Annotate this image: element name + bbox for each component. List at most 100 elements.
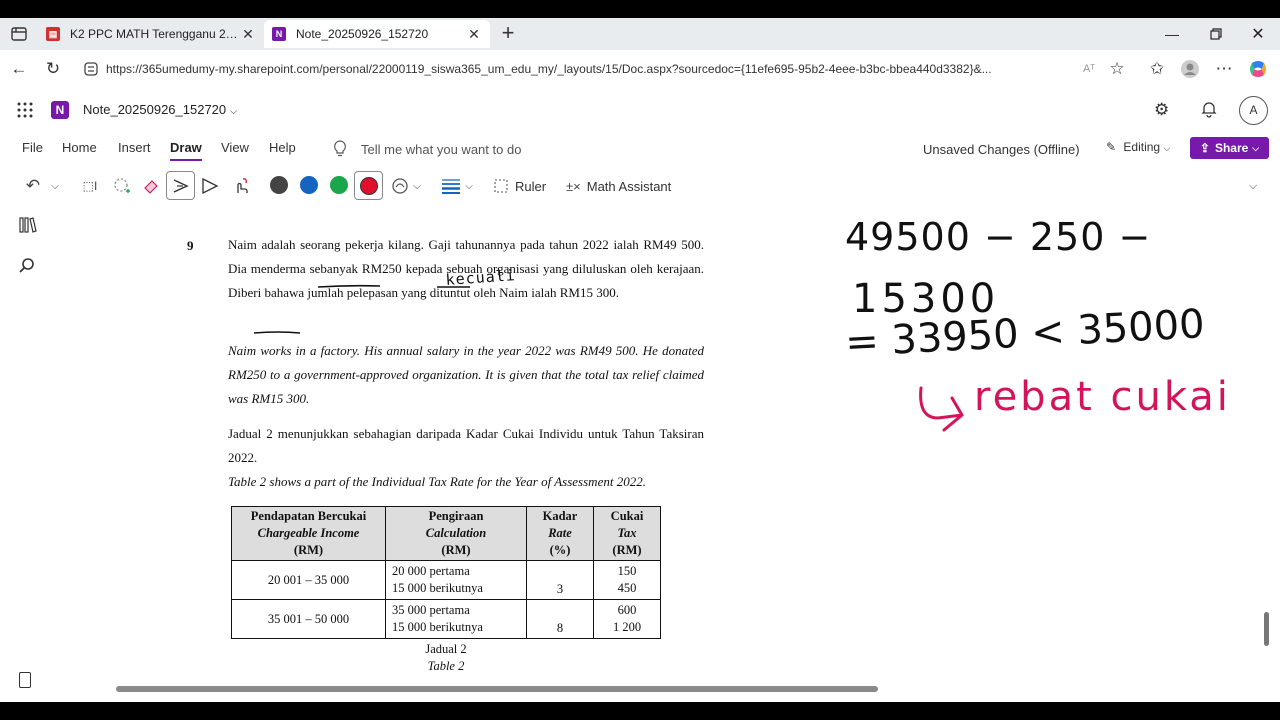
handwritten-line-1: 49500 − 250 − — [845, 215, 1151, 259]
app-window: ▤ K2 PPC MATH Terengganu 2025.p ✕ N Note… — [0, 0, 1280, 720]
draw-toolbar: ↶ ⌵ ⬚I ⌵ ⌵ Ruler ±× Math Assistant ⌵ — [0, 166, 1280, 206]
tab-home[interactable]: Home — [62, 140, 97, 155]
line-thickness-icon[interactable] — [439, 174, 463, 198]
tax-cell: 150 450 — [593, 560, 661, 600]
type-select-icon[interactable]: ⬚I — [78, 174, 102, 198]
handwritten-arrow — [919, 386, 964, 432]
pen-blue-icon[interactable] — [300, 176, 318, 194]
editing-mode-button[interactable]: ✎ Editing ⌵ — [1106, 140, 1170, 154]
pen-green-icon[interactable] — [330, 176, 348, 194]
account-avatar[interactable]: A — [1239, 96, 1268, 125]
chevron-down-icon[interactable]: ⌵ — [410, 174, 424, 198]
notebook-title[interactable]: Note_20250926_152720 ⌵ — [83, 102, 237, 117]
eraser-icon[interactable] — [139, 174, 163, 198]
calculation-cell: 35 000 pertama 15 000 berikutnya — [385, 599, 527, 639]
header-rate: Kadar Rate (%) — [526, 506, 594, 561]
address-bar-row: ← ↻ https://365umedumy-my.sharepoint.com… — [0, 50, 1280, 88]
ribbon-tabs: File Home Insert Draw View Help Tell me … — [0, 132, 1280, 166]
table-header-row: Pendapatan Bercukai Chargeable Income (RM)… — [231, 506, 661, 561]
header-chargeable-income: Pendapatan Bercukai Chargeable Income (RM) — [231, 506, 386, 561]
more-icon[interactable]: ⋯ — [1211, 56, 1237, 82]
handwritten-line-4: rebat cukai — [974, 374, 1231, 420]
address-bar[interactable]: https://365umedumy-my.sharepoint.com/per… — [80, 55, 1080, 83]
ruler-icon — [494, 179, 508, 193]
tab-draw[interactable]: Draw — [170, 140, 202, 161]
lightbulb-icon — [333, 140, 347, 158]
table-caption-english: Table 2 — [427, 659, 465, 673]
notebooks-icon[interactable] — [19, 217, 37, 233]
tax-rate-table: Pendapatan Bercukai Chargeable Income (RM)… — [231, 506, 661, 639]
ink-to-shape-button[interactable] — [166, 171, 195, 200]
touch-draw-icon[interactable] — [229, 174, 253, 198]
chevron-down-icon[interactable]: ⌵ — [48, 174, 62, 198]
income-cell: 35 001 – 50 000 — [231, 599, 386, 639]
chevron-down-icon: ⌵ — [1163, 143, 1171, 153]
income-cell: 20 001 – 35 000 — [231, 560, 386, 600]
onenote-header: N Note_20250926_152720 ⌵ ⚙ A — [0, 88, 1280, 132]
chevron-down-icon[interactable]: ⌵ — [462, 174, 476, 198]
pen-red-selected-button[interactable] — [354, 171, 383, 200]
vertical-scrollbar[interactable] — [1264, 612, 1269, 646]
tab-actions-icon[interactable] — [10, 25, 28, 43]
close-window-button[interactable]: ✕ — [1236, 18, 1280, 50]
site-info-icon[interactable] — [84, 62, 98, 76]
navigation-rail — [0, 206, 52, 702]
onenote-logo-icon: N — [51, 101, 69, 119]
handwritten-line-2: 15300 — [852, 276, 999, 322]
horizontal-scrollbar[interactable] — [116, 686, 878, 692]
calculation-cell: 20 000 pertama 15 000 berikutnya — [385, 560, 527, 600]
search-icon[interactable] — [18, 257, 36, 275]
tab-view[interactable]: View — [221, 140, 249, 155]
add-pen-icon[interactable] — [389, 174, 411, 198]
rate-cell: 8 — [526, 599, 594, 639]
tax-cell: 600 1 200 — [593, 599, 661, 639]
question-number: 9 — [187, 238, 194, 253]
pdf-icon: ▤ — [46, 27, 60, 41]
restore-icon — [1210, 28, 1222, 40]
notifications-bell-icon[interactable] — [1200, 100, 1218, 118]
tab-title: K2 PPC MATH Terengganu 2025.p — [70, 27, 240, 41]
collapse-ribbon-chevron-icon[interactable]: ⌵ — [1246, 174, 1260, 198]
ink-to-math-icon[interactable] — [199, 174, 223, 198]
tab-insert[interactable]: Insert — [118, 140, 151, 155]
page-view-icon[interactable] — [19, 672, 31, 688]
pen-black-icon[interactable] — [270, 176, 288, 194]
pen-red-icon — [359, 176, 378, 195]
browser-tab-onenote[interactable]: N Note_20250926_152720 ✕ — [264, 20, 490, 48]
close-icon[interactable]: ✕ — [240, 26, 256, 43]
tab-help[interactable]: Help — [269, 140, 296, 155]
tab-file[interactable]: File — [22, 140, 43, 155]
minimize-button[interactable]: — — [1150, 18, 1194, 50]
undo-icon[interactable]: ↶ — [22, 174, 44, 198]
share-icon: ⇪ — [1199, 141, 1210, 155]
share-button[interactable]: ⇪ Share ⌵ — [1190, 137, 1269, 159]
save-status: Unsaved Changes (Offline) — [923, 142, 1080, 157]
favorites-icon[interactable]: ✩ — [1144, 56, 1170, 82]
tell-me-search[interactable]: Tell me what you want to do — [361, 142, 521, 157]
ruler-button[interactable]: Ruler — [494, 174, 546, 198]
lasso-select-icon[interactable] — [110, 174, 134, 198]
browser-tab-strip: ▤ K2 PPC MATH Terengganu 2025.p ✕ N Note… — [0, 18, 1280, 50]
favorite-star-icon[interactable]: ☆ — [1104, 56, 1130, 82]
tab-title: Note_20250926_152720 — [296, 27, 429, 41]
back-icon[interactable]: ← — [6, 56, 32, 82]
restore-button[interactable] — [1194, 18, 1238, 50]
letterbox-bottom — [0, 702, 1280, 720]
close-icon[interactable]: ✕ — [466, 26, 482, 43]
table-caption-malay: Jadual 2 — [425, 642, 467, 656]
header-calculation: Pengiraan Calculation (RM) — [385, 506, 527, 561]
browser-tab-pdf[interactable]: ▤ K2 PPC MATH Terengganu 2025.p ✕ — [38, 20, 264, 48]
refresh-icon[interactable]: ↻ — [40, 56, 66, 82]
app-launcher-icon[interactable] — [17, 102, 33, 118]
math-icon: ±× — [566, 178, 581, 194]
question-text-malay: Naim adalah seorang pekerja kilang. Gaji… — [228, 237, 704, 300]
question-text-english: Naim works in a factory. His annual sala… — [228, 343, 704, 406]
math-assistant-button[interactable]: ±× Math Assistant — [566, 174, 671, 198]
handwritten-line-3: = 33950 < 35000 — [844, 301, 1206, 366]
settings-gear-icon[interactable]: ⚙ — [1154, 100, 1169, 120]
copilot-icon[interactable] — [1245, 56, 1271, 82]
profile-icon[interactable] — [1177, 56, 1203, 82]
read-aloud-icon[interactable]: Aᵀ — [1076, 56, 1102, 82]
header-tax: Cukai Tax (RM) — [593, 506, 661, 561]
new-tab-button[interactable]: + — [496, 21, 520, 45]
